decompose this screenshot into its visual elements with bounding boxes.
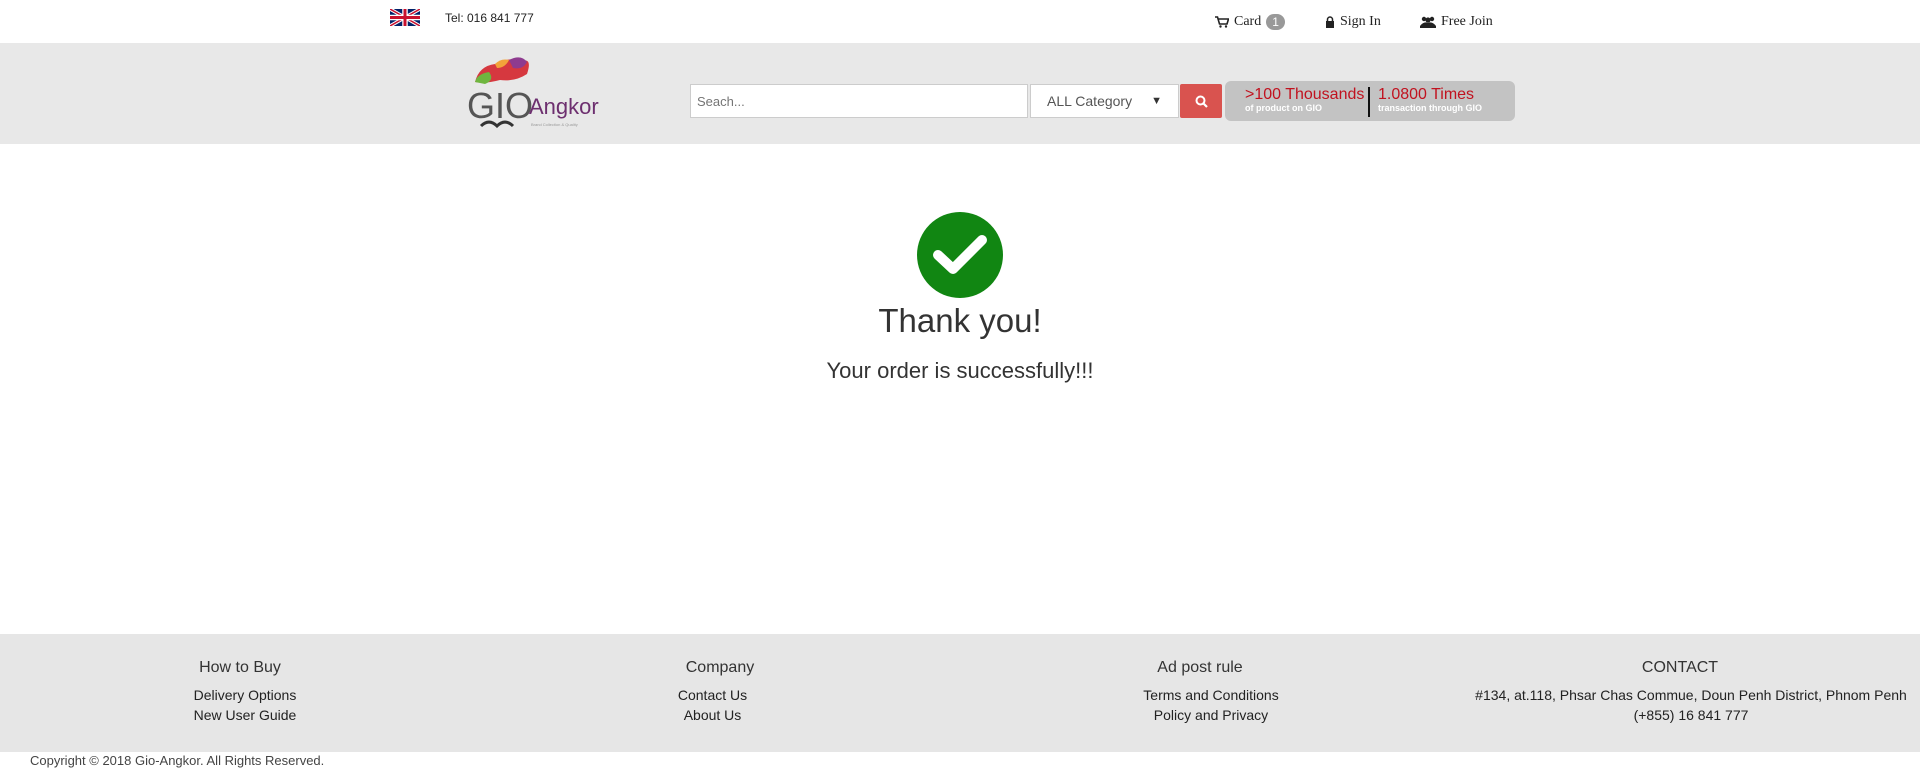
footer-heading: Company <box>685 659 755 676</box>
site-stats-banner: >100 Thousands of product on GIO 1.0800 … <box>1225 81 1515 121</box>
stat-products-value: >100 Thousands <box>1245 86 1365 103</box>
signin-link[interactable]: Sign In <box>1325 14 1381 30</box>
cart-label: Card <box>1234 14 1262 29</box>
users-icon <box>1420 16 1436 28</box>
stat-divider <box>1368 87 1370 117</box>
stat-transactions-caption: transaction through GIO <box>1378 103 1483 113</box>
cart-count-badge: 1 <box>1266 14 1285 30</box>
svg-text:Angkor: Angkor <box>529 94 599 119</box>
stat-transactions: 1.0800 Times transaction through GIO <box>1378 87 1482 114</box>
page-title: Thank you! <box>878 302 1042 339</box>
site-footer: How to Buy Delivery Options New User Gui… <box>0 634 1920 752</box>
stat-transactions-value: 1.0800 Times <box>1378 86 1475 103</box>
footer-heading: How to Buy <box>199 659 281 676</box>
dropdown-caret-icon: ▼ <box>1151 95 1162 107</box>
footer-link-terms-conditions[interactable]: Terms and Conditions <box>1122 685 1300 705</box>
search-button[interactable] <box>1180 84 1222 118</box>
site-header: GIO Angkor Brand Collection & Quality AL… <box>0 43 1920 144</box>
footer-link-contact-us[interactable]: Contact Us <box>620 685 805 705</box>
free-join-link[interactable]: Free Join <box>1420 14 1493 30</box>
footer-contact-address: #134, at.118, Phsar Chas Commue, Doun Pe… <box>1475 687 1907 703</box>
cart-icon <box>1215 16 1229 28</box>
stat-products-caption: of product on GIO <box>1245 103 1322 113</box>
footer-heading: CONTACT <box>1641 659 1719 676</box>
uk-flag-icon[interactable] <box>390 9 420 26</box>
category-select[interactable]: ALL Category ▼ <box>1030 84 1179 118</box>
cart-link[interactable]: Card 1 <box>1215 14 1285 30</box>
footer-link-policy-privacy[interactable]: Policy and Privacy <box>1122 705 1300 725</box>
telephone-text: Tel: 016 841 777 <box>445 11 534 25</box>
footer-column-contact: CONTACT #134, at.118, Phsar Chas Commue,… <box>1450 659 1910 725</box>
footer-column-company: Company Contact Us About Us <box>620 659 820 725</box>
footer-link-new-user-guide[interactable]: New User Guide <box>150 705 340 725</box>
search-icon <box>1195 95 1208 108</box>
category-selected-value: ALL Category <box>1047 93 1133 109</box>
stat-products: >100 Thousands of product on GIO <box>1245 87 1364 114</box>
lock-icon <box>1326 16 1334 28</box>
order-success-message: Your order is successfully!!! <box>826 358 1094 383</box>
success-check-icon <box>917 212 1003 298</box>
signin-label: Sign In <box>1340 14 1381 29</box>
copyright-text: Copyright © 2018 Gio-Angkor. All Rights … <box>30 753 325 768</box>
footer-heading: Ad post rule <box>1157 659 1243 676</box>
footer-link-about-us[interactable]: About Us <box>620 705 805 725</box>
footer-column-ad-post-rule: Ad post rule Terms and Conditions Policy… <box>1100 659 1300 725</box>
top-bar: Tel: 016 841 777 Card 1 Sign In Free Joi… <box>0 0 1920 43</box>
footer-column-how-to-buy: How to Buy Delivery Options New User Gui… <box>140 659 340 725</box>
gio-angkor-logo[interactable]: GIO Angkor Brand Collection & Quality <box>465 52 605 132</box>
footer-contact-phone[interactable]: (+855) 16 841 777 <box>1472 705 1910 725</box>
free-join-label: Free Join <box>1441 14 1493 29</box>
order-confirmation: Thank you! Your order is successfully!!! <box>0 144 1920 634</box>
footer-link-delivery-options[interactable]: Delivery Options <box>150 685 340 705</box>
svg-text:GIO: GIO <box>467 85 533 126</box>
search-input[interactable] <box>690 84 1028 118</box>
svg-text:Brand Collection & Quality: Brand Collection & Quality <box>531 122 578 127</box>
